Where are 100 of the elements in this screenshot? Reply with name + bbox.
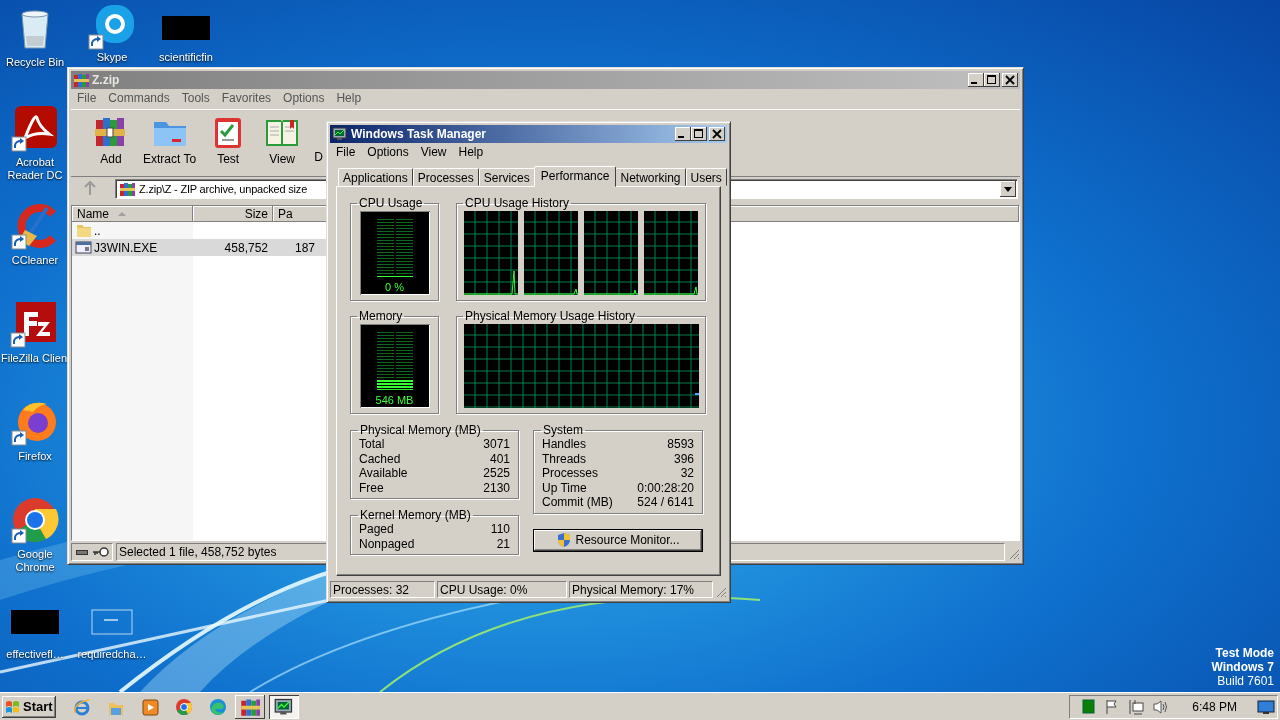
close-button[interactable] — [709, 127, 725, 141]
app-logo-icon[interactable] — [10, 300, 58, 348]
os-notice-text: Test Mode — [1215, 646, 1274, 660]
app-logo-icon[interactable] — [11, 104, 59, 152]
group-title: Memory — [358, 310, 404, 323]
tab[interactable]: Processes — [412, 168, 479, 186]
tab[interactable]: Users — [685, 168, 727, 186]
icon-label: FileZilla Clien — [1, 352, 67, 365]
menu-item[interactable]: File — [71, 91, 103, 105]
window-title: Z.zip — [92, 73, 120, 87]
stat-label: Available — [359, 466, 408, 481]
menu-item[interactable]: Help — [330, 91, 368, 105]
stat-value: 2130 — [483, 480, 510, 495]
status-text: Physical Memory: 17% — [569, 581, 713, 598]
table-cell: 458,752 — [224, 240, 268, 255]
key-icon — [92, 546, 109, 558]
windows-logo-icon — [4, 698, 21, 715]
stat-value: 396 — [673, 451, 694, 466]
icon-label: CCleaner — [11, 254, 59, 267]
group-title: System — [542, 424, 584, 437]
menu-item[interactable]: Options — [361, 144, 415, 159]
stat-value: 2525 — [483, 466, 510, 481]
menu-item[interactable]: Tools — [175, 91, 216, 105]
menu-item[interactable]: Commands — [102, 91, 176, 105]
column-header[interactable]: Name — [72, 206, 193, 222]
stat-label: Threads — [542, 451, 587, 466]
app-logo-icon[interactable] — [11, 202, 59, 250]
icon-label: Skype — [96, 51, 128, 64]
browser-icon[interactable] — [71, 696, 92, 717]
stat-label: Free — [359, 480, 384, 495]
menu-item[interactable]: View — [414, 144, 453, 159]
table-cell: J3WIN.EXE — [94, 240, 158, 255]
stat-value: 401 — [489, 451, 510, 466]
group-title: Physical Memory (MB) — [359, 424, 482, 437]
column-header[interactable]: Size — [193, 206, 273, 222]
minimize-button[interactable] — [675, 127, 691, 141]
taskbar-button[interactable] — [268, 694, 299, 719]
icon-label: Firefox — [18, 450, 52, 463]
icon-label: Google Chrome — [14, 548, 56, 574]
folder-icon — [75, 222, 92, 239]
start-button[interactable]: Start — [2, 695, 56, 718]
media-player-icon[interactable] — [139, 696, 160, 717]
network-icon[interactable] — [1128, 697, 1147, 716]
table-cell: 187 — [294, 240, 315, 255]
menu-item[interactable]: Help — [452, 144, 490, 159]
icon-label: Acrobat Reader DC — [6, 156, 64, 182]
sort-arrow-icon — [117, 210, 127, 218]
icon-label: scientificfin — [159, 51, 213, 64]
status-text: CPU Usage: 0% — [437, 581, 567, 598]
tab[interactable]: Performance — [533, 166, 617, 187]
dropdown-button[interactable] — [1000, 181, 1016, 197]
resource-monitor-button[interactable]: Resource Monitor... — [533, 528, 703, 552]
program-icon — [75, 239, 92, 256]
icon-label: requiredcha… — [77, 648, 147, 661]
stat-value: 0:00:28:20 — [637, 480, 694, 495]
taskbar-button[interactable] — [234, 694, 265, 719]
toolbar-button[interactable]: Test — [202, 114, 255, 166]
resize-grip-icon[interactable] — [715, 585, 727, 598]
app-logo-icon[interactable] — [11, 496, 59, 544]
browser-icon[interactable] — [173, 696, 194, 717]
stat-label: Processes — [542, 466, 599, 481]
tab[interactable]: Applications — [338, 168, 413, 186]
tab[interactable]: Services — [478, 168, 535, 186]
stat-label: Cached — [359, 451, 401, 466]
menu-item[interactable]: Options — [277, 91, 331, 105]
toolbar-button[interactable]: D — [310, 114, 327, 164]
archive-icon — [119, 181, 135, 197]
shield-icon — [556, 532, 573, 548]
toolbar-button[interactable]: View — [256, 114, 309, 166]
monitor-icon — [332, 126, 348, 142]
stat-label: Total — [359, 437, 385, 452]
table-cell: .. — [94, 223, 101, 238]
monitor-icon — [273, 696, 294, 717]
group-title: Kernel Memory (MB) — [359, 509, 472, 522]
status-text: Processes: 32 — [330, 581, 435, 598]
resize-grip-icon[interactable] — [1008, 548, 1020, 560]
os-notice-text: Build 7601 — [1217, 674, 1274, 688]
toolbar-button[interactable]: Add — [85, 114, 137, 166]
show-desktop-icon[interactable] — [1257, 697, 1275, 716]
icon-label: effectivefl… — [6, 648, 64, 661]
archive-icon — [73, 72, 89, 88]
stat-label: Commit (MB) — [542, 495, 613, 510]
stat-label: Paged — [359, 522, 394, 537]
stat-value: 8593 — [667, 437, 694, 452]
app-logo-icon[interactable] — [88, 2, 136, 50]
icon-label: Recycle Bin — [5, 56, 65, 69]
meter-reading: 0 % — [385, 281, 404, 293]
toolbar-button[interactable]: Extract To — [139, 114, 201, 166]
stat-value: 32 — [680, 466, 694, 481]
menu-item[interactable]: Favorites — [215, 91, 278, 105]
clock[interactable]: 6:48 PM — [1192, 699, 1237, 714]
stat-value: 524 / 6141 — [637, 495, 694, 510]
stat-label: Up Time — [542, 480, 587, 495]
stat-value: 3071 — [483, 437, 510, 452]
tab[interactable]: Networking — [615, 168, 686, 186]
group-title: Physical Memory Usage History — [464, 310, 637, 323]
group-title: CPU Usage History — [464, 197, 571, 210]
menu-item[interactable]: File — [330, 144, 362, 159]
maximize-button[interactable] — [691, 127, 707, 141]
os-notice-text: Windows 7 — [1211, 660, 1274, 674]
